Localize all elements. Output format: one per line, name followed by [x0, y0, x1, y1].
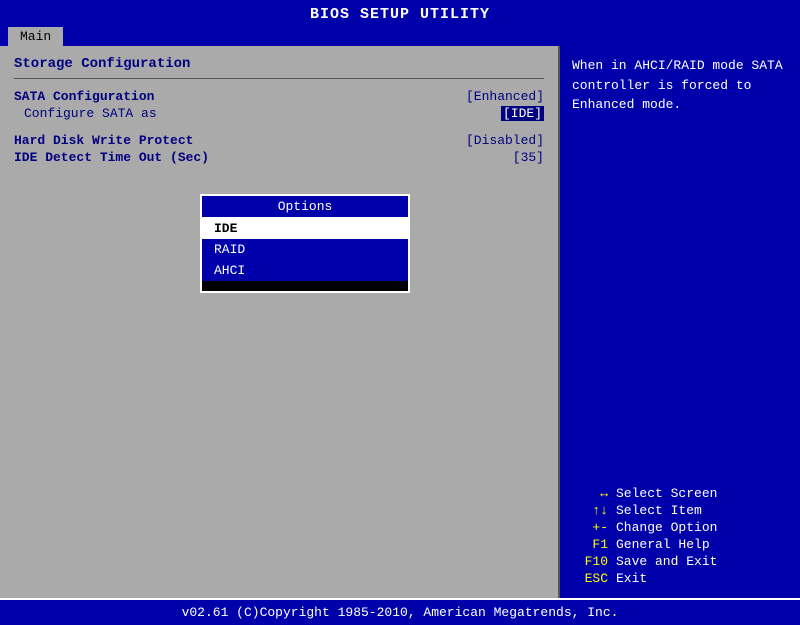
bios-screen: BIOS SETUP UTILITY Main Storage Configur… — [0, 0, 800, 625]
dropdown-item-ide[interactable]: IDE — [202, 218, 408, 239]
shortcut-key-updown: ↑↓ — [572, 503, 608, 518]
divider — [14, 78, 544, 79]
dropdown-item-raid[interactable]: RAID — [202, 239, 408, 260]
dropdown-popup: Options IDE RAID AHCI — [200, 194, 410, 293]
shortcut-label-general-help: General Help — [616, 537, 710, 552]
ide-timeout-label: IDE Detect Time Out (Sec) — [14, 150, 209, 165]
sata-config-label: SATA Configuration — [14, 89, 154, 104]
blank-row-1 — [14, 123, 544, 133]
dropdown-footer — [202, 281, 408, 291]
footer-text: v02.61 (C)Copyright 1985-2010, American … — [182, 605, 619, 620]
bios-title: BIOS SETUP UTILITY — [310, 6, 490, 23]
tab-main[interactable]: Main — [8, 27, 63, 46]
shortcut-general-help: F1 General Help — [572, 537, 788, 552]
shortcut-key-esc: ESC — [572, 571, 608, 586]
hdd-protect-label: Hard Disk Write Protect — [14, 133, 193, 148]
right-panel: When in AHCI/RAID mode SATA controller i… — [560, 46, 800, 598]
title-bar: BIOS SETUP UTILITY — [0, 0, 800, 27]
shortcut-label-save-exit: Save and Exit — [616, 554, 717, 569]
tab-row: Main — [0, 27, 800, 46]
sata-config-value: [Enhanced] — [466, 89, 544, 104]
shortcut-label-change-option: Change Option — [616, 520, 717, 535]
configure-sata-value[interactable]: [IDE] — [501, 106, 544, 121]
shortcut-select-screen: ↔ Select Screen — [572, 486, 788, 501]
shortcut-select-item: ↑↓ Select Item — [572, 503, 788, 518]
shortcut-key-f1: F1 — [572, 537, 608, 552]
shortcut-key-f10: F10 — [572, 554, 608, 569]
dropdown-item-ahci[interactable]: AHCI — [202, 260, 408, 281]
shortcut-key-arrows: ↔ — [572, 486, 608, 501]
config-row-ide-timeout: IDE Detect Time Out (Sec) [35] — [14, 150, 544, 165]
config-row-sata: SATA Configuration [Enhanced] — [14, 89, 544, 104]
help-text: When in AHCI/RAID mode SATA controller i… — [572, 56, 788, 476]
shortcut-exit: ESC Exit — [572, 571, 788, 586]
shortcut-label-select-screen: Select Screen — [616, 486, 717, 501]
config-row-configure-sata: Configure SATA as [IDE] — [14, 106, 544, 121]
main-area: Storage Configuration SATA Configuration… — [0, 46, 800, 598]
dropdown-header: Options — [202, 196, 408, 218]
shortcuts: ↔ Select Screen ↑↓ Select Item +- Change… — [572, 486, 788, 588]
hdd-protect-value: [Disabled] — [466, 133, 544, 148]
configure-sata-label: Configure SATA as — [24, 106, 157, 121]
shortcut-label-exit: Exit — [616, 571, 647, 586]
shortcut-save-exit: F10 Save and Exit — [572, 554, 788, 569]
section-title: Storage Configuration — [14, 56, 544, 72]
shortcut-change-option: +- Change Option — [572, 520, 788, 535]
config-row-hdd-protect: Hard Disk Write Protect [Disabled] — [14, 133, 544, 148]
ide-timeout-value: [35] — [513, 150, 544, 165]
left-panel: Storage Configuration SATA Configuration… — [0, 46, 560, 598]
footer-bar: v02.61 (C)Copyright 1985-2010, American … — [0, 598, 800, 625]
shortcut-label-select-item: Select Item — [616, 503, 702, 518]
shortcut-key-plusminus: +- — [572, 520, 608, 535]
